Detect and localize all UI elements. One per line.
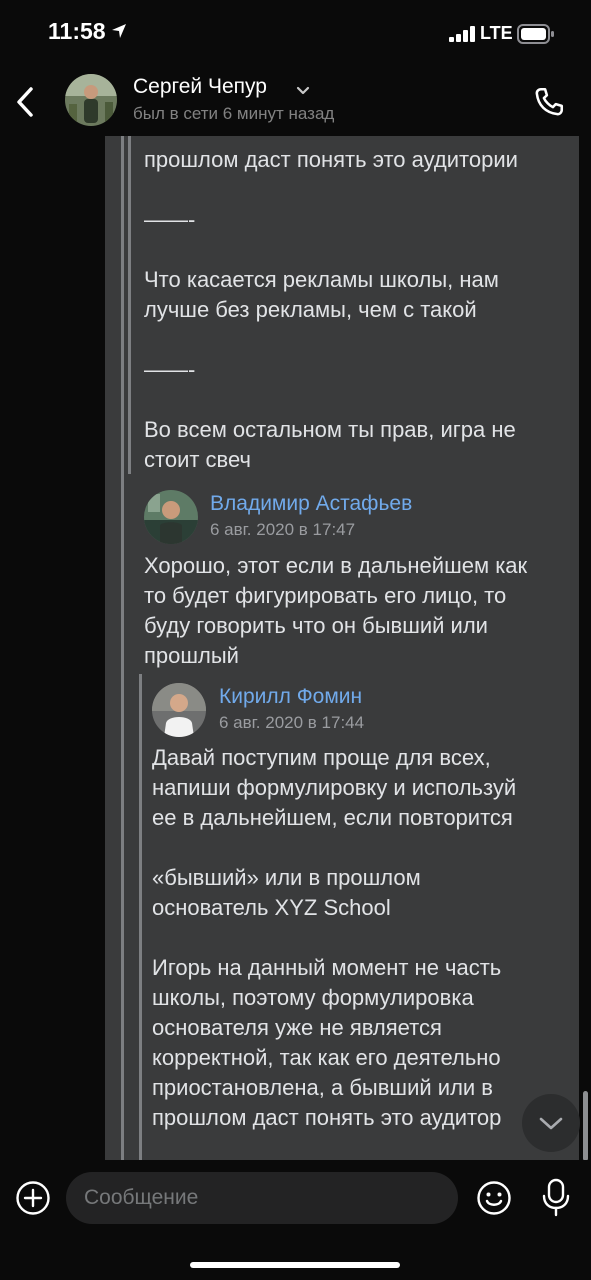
author-avatar[interactable] xyxy=(144,490,198,544)
add-attachment-icon[interactable] xyxy=(15,1180,51,1221)
contact-avatar[interactable] xyxy=(65,74,117,126)
contact-name[interactable]: Сергей Чепур xyxy=(133,75,267,99)
forward-quote-line xyxy=(128,136,131,474)
message-list[interactable]: прошлом даст понять это аудитории ——- Чт… xyxy=(0,136,591,1160)
network-type: LTE xyxy=(480,23,513,43)
forwarded-date: 6 авг. 2020 в 17:44 xyxy=(219,713,365,732)
chevron-down-icon[interactable] xyxy=(296,83,310,101)
contact-status: был в сети 6 минут назад xyxy=(133,104,335,123)
phone-icon[interactable] xyxy=(531,84,567,125)
cellular-signal-icon xyxy=(449,26,476,47)
forward-quote-line xyxy=(121,136,124,1160)
status-bar: 11:58 LTE xyxy=(0,0,591,66)
microphone-icon[interactable] xyxy=(540,1178,572,1223)
scroll-down-button[interactable] xyxy=(522,1094,580,1152)
forwarded-author-name[interactable]: Кирилл Фомин xyxy=(219,685,362,709)
status-time: 11:58 xyxy=(48,18,106,44)
chevron-down-icon xyxy=(539,1117,563,1130)
author-avatar[interactable] xyxy=(152,683,206,737)
forwarded-message-text: прошлом даст понять это аудитории ——- Чт… xyxy=(144,147,518,472)
forwarded-message-text: Хорошо, этот если в дальнейшем как то бу… xyxy=(144,553,528,668)
forwarded-date: 6 авг. 2020 в 17:47 xyxy=(210,520,356,539)
chat-header: Сергей Чепур был в сети 6 минут назад xyxy=(0,66,591,136)
forwarded-author-name[interactable]: Владимир Астафьев xyxy=(210,492,412,516)
message-bubble[interactable]: прошлом даст понять это аудитории ——- Чт… xyxy=(105,136,579,1160)
battery-icon xyxy=(517,24,555,49)
back-arrow-icon[interactable] xyxy=(14,86,36,123)
location-arrow-icon xyxy=(111,23,127,44)
emoji-icon[interactable] xyxy=(476,1180,512,1221)
message-input[interactable] xyxy=(66,1172,458,1224)
forwarded-message-text: Давай поступим проще для всех, напиши фо… xyxy=(152,745,517,1130)
home-indicator[interactable] xyxy=(190,1262,400,1268)
scrollbar[interactable] xyxy=(583,1091,588,1160)
forward-quote-line xyxy=(139,674,142,1160)
